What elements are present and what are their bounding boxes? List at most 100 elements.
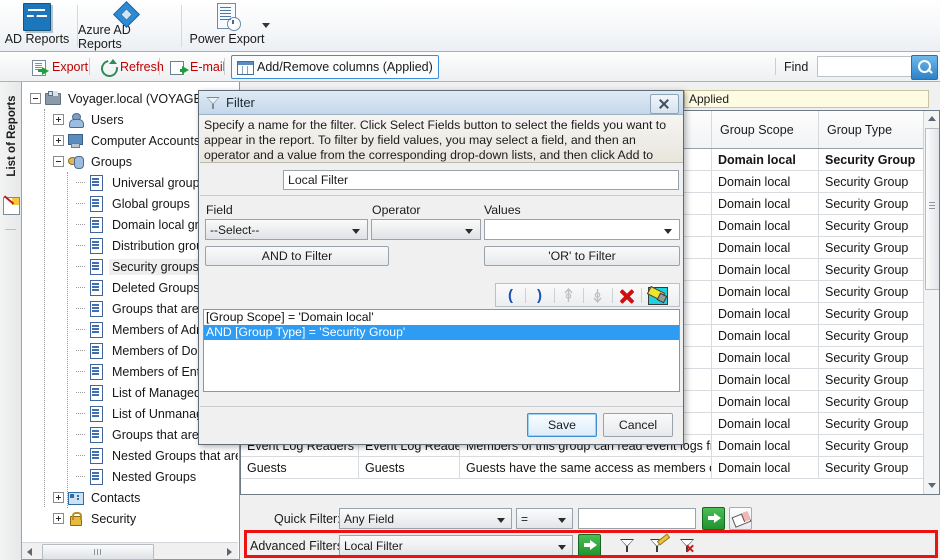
quick-filter-field-value: Any Field [344, 512, 395, 526]
expand-icon[interactable] [53, 114, 64, 125]
expand-icon[interactable] [53, 492, 64, 503]
close-paren-icon[interactable]: ) [527, 285, 552, 306]
save-button[interactable]: Save [527, 413, 597, 437]
tree-horizontal-scrollbar[interactable] [22, 542, 238, 560]
scroll-down-icon[interactable] [924, 478, 939, 494]
table-cell-text: Guests have the same access as members o… [466, 460, 712, 475]
scroll-up-icon[interactable] [924, 111, 939, 127]
quick-filter-apply-button[interactable] [702, 507, 725, 530]
table-cell: Domain local [712, 413, 819, 434]
table-cell: Guests [241, 457, 359, 478]
cancel-button[interactable]: Cancel [603, 413, 673, 437]
table-cell-text: Domain local [718, 240, 791, 255]
tree-item-contacts[interactable]: Contacts [30, 487, 238, 508]
report-icon [88, 364, 105, 380]
report-icon [88, 343, 105, 359]
table-cell-text: Security Group [825, 460, 909, 475]
eraser-glyph [647, 286, 668, 305]
table-cell: Domain local [712, 391, 819, 412]
clear-all-icon[interactable] [645, 285, 670, 306]
find-button[interactable] [911, 55, 938, 80]
ribbon-divider [181, 5, 182, 47]
operator-label: Operator [372, 203, 421, 217]
expand-icon[interactable] [53, 513, 64, 524]
collapse-icon[interactable] [30, 93, 41, 104]
ribbon-item-label: AD Reports [4, 32, 70, 46]
table-row[interactable]: Guests Guests Guests have the same access … [241, 457, 939, 479]
azure-ad-reports-icon [115, 3, 141, 22]
list-of-reports-tab[interactable]: List of Reports [0, 82, 22, 560]
scroll-left-icon[interactable] [22, 543, 38, 559]
filter-name-input[interactable] [283, 170, 679, 190]
table-cell: Domain local [712, 149, 819, 170]
field-select[interactable]: --Select-- [205, 219, 368, 240]
contact-icon [67, 490, 84, 505]
grid-vertical-scrollbar[interactable] [923, 111, 939, 494]
table-cell: Security Group [819, 391, 925, 412]
table-cell: Domain local [712, 303, 819, 324]
collapse-icon[interactable] [53, 156, 64, 167]
quick-filter-field-select[interactable]: Any Field [339, 508, 512, 529]
close-paren-label: ) [537, 287, 542, 304]
move-down-icon [585, 285, 610, 306]
add-remove-columns-button[interactable]: Add/Remove columns (Applied) [231, 55, 439, 79]
table-cell-text: Security Group [825, 306, 909, 321]
table-cell-text: Domain local [718, 284, 791, 299]
and-to-filter-label: AND to Filter [261, 249, 333, 263]
ribbon-item-label: Power Export [189, 32, 265, 46]
open-paren-icon[interactable]: ( [498, 285, 523, 306]
delete-icon[interactable] [614, 285, 639, 306]
tree-connector [76, 223, 85, 226]
field-value: --Select-- [210, 223, 260, 237]
export-icon [32, 59, 49, 76]
ribbon-item-ad-reports[interactable]: AD Reports [2, 0, 72, 51]
table-cell-text: Security Group [825, 218, 909, 233]
table-cell-text: Security Group [825, 394, 909, 409]
filter-expression-list[interactable]: [Group Scope] = 'Domain local' AND [Group… [203, 309, 680, 392]
scrollbar-thumb[interactable] [925, 128, 939, 290]
table-cell-text: Security Group [825, 328, 909, 343]
report-icon [88, 238, 105, 254]
scrollbar-thumb[interactable] [42, 544, 154, 560]
table-cell-text: Domain local [718, 350, 791, 365]
table-cell: Domain local [712, 215, 819, 236]
tree-connector [76, 391, 85, 394]
open-paren-label: ( [508, 287, 513, 304]
table-cell: Domain local [712, 457, 819, 478]
tree-item-nested-groups-that-are-circular[interactable]: Nested Groups that are circular [30, 445, 238, 466]
filter-expression-item[interactable]: [Group Scope] = 'Domain local' [204, 310, 679, 325]
groups-icon [67, 154, 84, 169]
tree-item-nested-groups[interactable]: Nested Groups [30, 466, 238, 487]
report-icon [88, 448, 105, 464]
find-input[interactable] [817, 56, 912, 77]
columns-icon [237, 60, 254, 75]
table-cell-text: Domain local [718, 174, 791, 189]
scroll-right-icon[interactable] [222, 543, 238, 559]
filter-dialog: Filter Specify a name for the filter. Cl… [198, 90, 684, 445]
export-button[interactable]: Export [26, 55, 94, 79]
values-select[interactable] [484, 219, 680, 240]
add-remove-columns-label: Add/Remove columns (Applied) [257, 60, 433, 74]
quick-filter-clear-button[interactable] [729, 507, 752, 530]
ribbon-item-power-export[interactable]: Power Export [183, 0, 271, 51]
column-header-group-scope[interactable]: Group Scope [712, 111, 819, 148]
filter-expression-item[interactable]: AND [Group Type] = 'Security Group' [204, 325, 679, 340]
table-cell: Security Group [819, 325, 925, 346]
or-to-filter-button[interactable]: 'OR' to Filter [484, 246, 680, 266]
caret-down-icon[interactable] [262, 23, 270, 28]
quick-filter-text-input[interactable] [578, 508, 696, 529]
column-header-label: Group Type [827, 122, 893, 137]
column-header-group-type[interactable]: Group Type [819, 111, 925, 148]
move-down-glyph [593, 289, 602, 303]
operator-select[interactable] [371, 219, 481, 240]
and-to-filter-button[interactable]: AND to Filter [205, 246, 389, 266]
quick-filter-operator-select[interactable]: = [516, 508, 573, 529]
close-icon[interactable] [650, 94, 679, 114]
cancel-label: Cancel [618, 418, 658, 432]
expand-icon[interactable] [53, 135, 64, 146]
email-button[interactable]: E-mail [164, 55, 231, 79]
advanced-filters-highlight [244, 530, 938, 558]
tree-item-security[interactable]: Security [30, 508, 238, 528]
table-cell: Guests have the same access as members o… [460, 457, 712, 478]
ribbon-item-azure-ad-reports[interactable]: Azure AD Reports [78, 0, 178, 51]
